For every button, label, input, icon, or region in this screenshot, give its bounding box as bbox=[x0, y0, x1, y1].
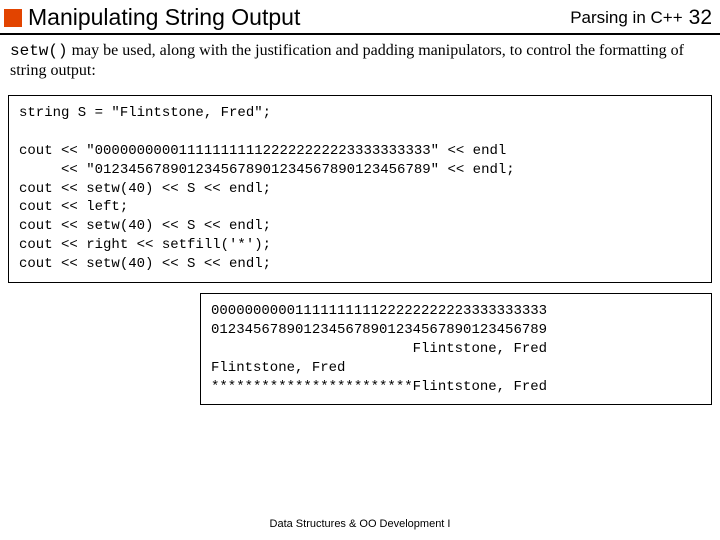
code-block: string S = "Flintstone, Fred"; cout << "… bbox=[8, 95, 712, 283]
output-line: Flintstone, Fred bbox=[211, 360, 345, 376]
course-label: Parsing in C++ bbox=[570, 8, 682, 28]
output-line: Flintstone, Fred bbox=[211, 341, 547, 357]
intro-code: setw() bbox=[10, 42, 68, 60]
slide-footer: Data Structures & OO Development I bbox=[0, 518, 720, 530]
slide-title: Manipulating String Output bbox=[28, 4, 570, 31]
code-line: cout << left; bbox=[19, 199, 128, 215]
bullet-icon bbox=[4, 9, 22, 27]
intro-rest: may be used, along with the justificatio… bbox=[10, 42, 684, 79]
code-line: cout << "0000000000111111111122222222223… bbox=[19, 143, 506, 159]
output-block: 0000000000111111111122222222223333333333… bbox=[200, 293, 712, 405]
code-line: cout << setw(40) << S << endl; bbox=[19, 256, 271, 272]
page-number: 32 bbox=[689, 6, 712, 30]
code-line: cout << setw(40) << S << endl; bbox=[19, 181, 271, 197]
header-rule bbox=[0, 33, 720, 35]
code-line: string S = "Flintstone, Fred"; bbox=[19, 105, 271, 121]
intro-text: setw() may be used, along with the justi… bbox=[0, 41, 720, 81]
code-line: cout << setw(40) << S << endl; bbox=[19, 218, 271, 234]
output-line: 0123456789012345678901234567890123456789 bbox=[211, 322, 547, 338]
output-line: 0000000000111111111122222222223333333333 bbox=[211, 303, 547, 319]
slide-header: Manipulating String Output Parsing in C+… bbox=[0, 0, 720, 33]
output-line: ************************Flintstone, Fred bbox=[211, 379, 547, 395]
code-line: cout << right << setfill('*'); bbox=[19, 237, 271, 253]
code-line: << "012345678901234567890123456789012345… bbox=[19, 162, 515, 178]
